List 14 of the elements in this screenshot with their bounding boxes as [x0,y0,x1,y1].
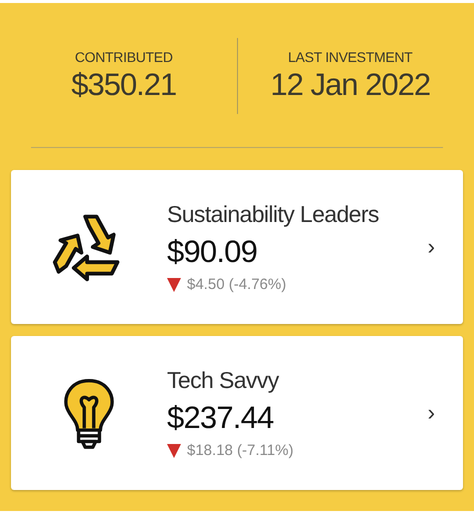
fund-value: $237.44 [167,400,274,436]
fund-card[interactable]: Sustainability Leaders $90.09 $4.50 (-4.76%) › [11,170,463,324]
chevron-icon: › [428,234,435,260]
stat-label: LAST INVESTMENT [288,49,412,65]
stat-label: CONTRIBUTED [74,49,173,65]
fund-name: Sustainability Leaders [167,201,379,228]
stat-value: $350.21 [71,67,176,103]
change-text: $18.18 (-7.11%) [187,442,294,459]
change-text: $4.50 (-4.76%) [187,276,286,293]
fund-name: Tech Savvy [167,367,279,394]
stat-value: 12 Jan 2022 [270,67,430,103]
fund-card[interactable]: Tech Savvy $237.44 $18.18 (-7.11%) › [11,336,463,490]
fund-value: $90.09 [167,234,258,270]
chevron-icon: › [428,400,435,426]
